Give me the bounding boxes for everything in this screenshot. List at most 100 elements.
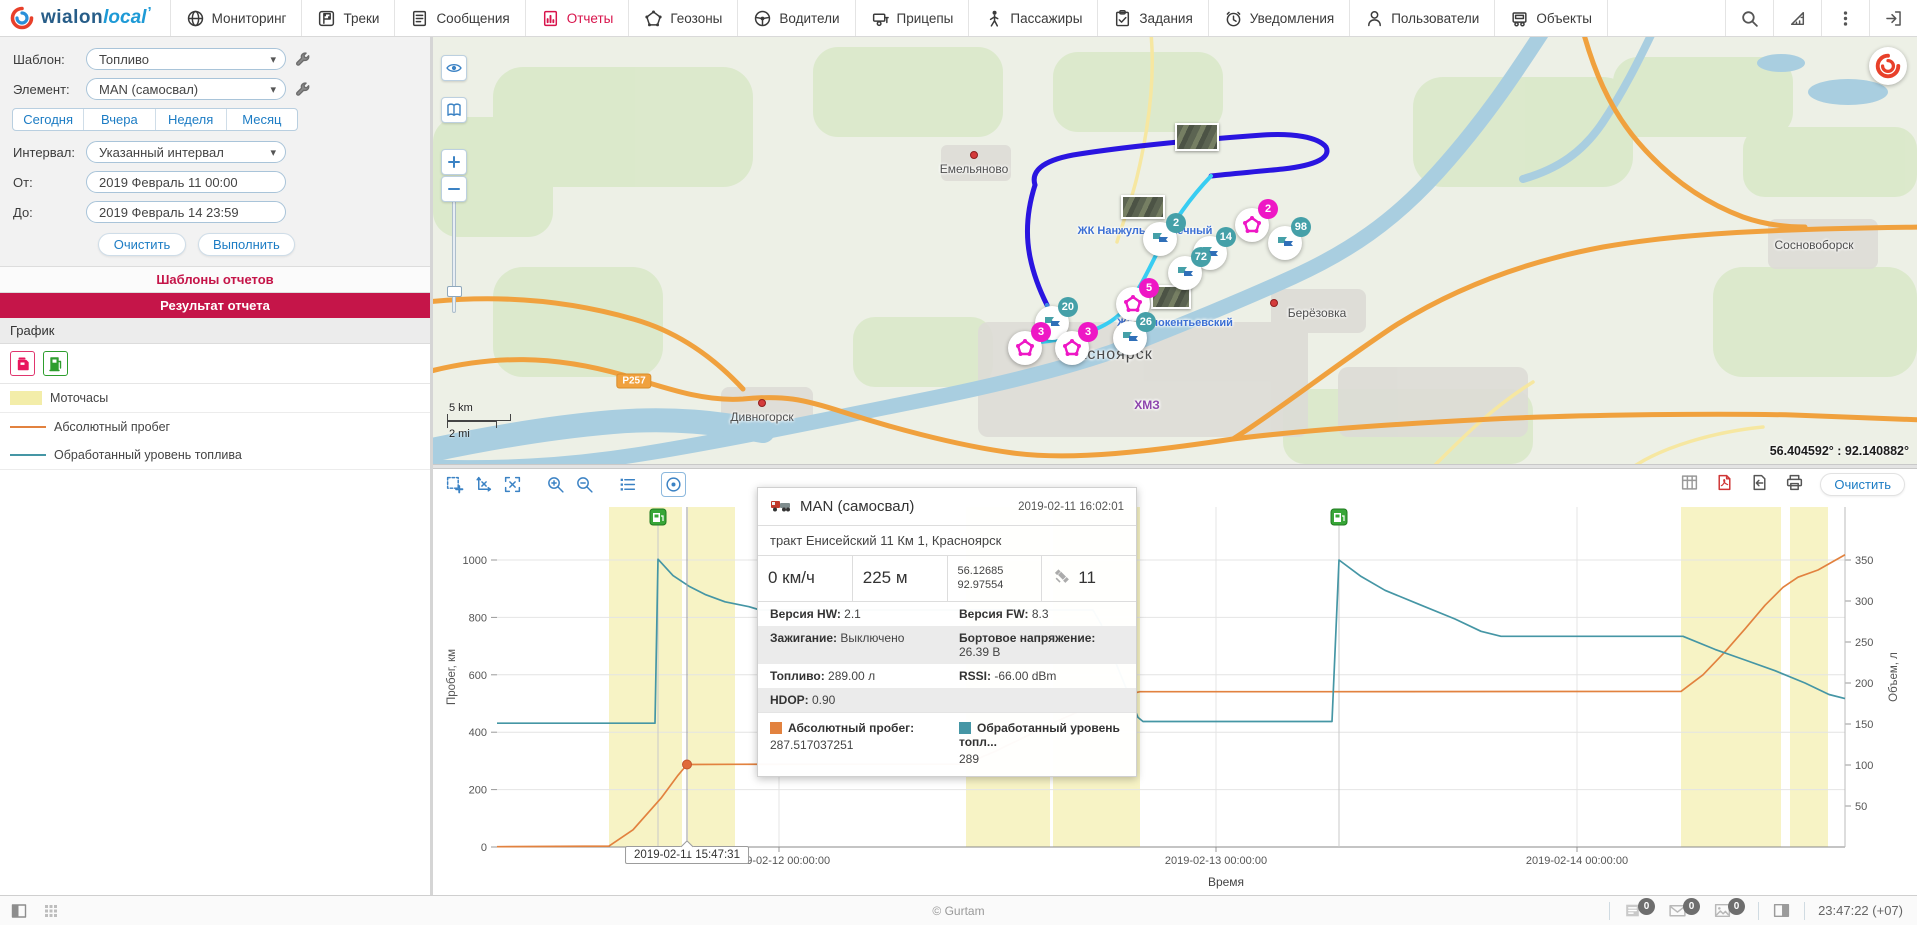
selected-point-marker[interactable] <box>683 760 692 769</box>
zoom-slider-handle[interactable] <box>447 286 462 297</box>
chart-section-label[interactable]: График <box>0 318 430 344</box>
cluster-count-badge: 2 <box>1258 199 1278 219</box>
nav-item-5[interactable]: Геозоны <box>629 0 738 36</box>
app-logo[interactable]: wialonlocal’ <box>0 0 171 36</box>
unit-cluster-marker[interactable]: 98 <box>1268 226 1302 260</box>
legend-button[interactable] <box>618 475 637 494</box>
ruler-button[interactable] <box>1773 0 1821 36</box>
map[interactable]: ЕмельяновоСосновоборскБерёзовкаДивногорс… <box>433 37 1917 464</box>
nav-item-2[interactable]: Треки <box>302 0 395 36</box>
nav-item-9[interactable]: Задания <box>1098 0 1208 36</box>
mail-counter[interactable]: 0 <box>1668 901 1700 920</box>
tracepoint-button[interactable] <box>661 472 686 497</box>
nav-item-10[interactable]: Уведомления <box>1209 0 1350 36</box>
chart-clear-button[interactable]: Очистить <box>1820 473 1905 496</box>
zoom-area-button[interactable] <box>445 475 464 494</box>
zoom-out-button[interactable] <box>575 475 594 494</box>
search-button[interactable] <box>1725 0 1773 36</box>
reports-sidebar: Шаблон: Топливо ▾ Элемент: MAN (самосвал… <box>0 37 433 895</box>
nav-item-label: Отчеты <box>567 11 614 26</box>
gurtam-logo-button[interactable] <box>1869 47 1907 85</box>
unit-settings-wrench-icon[interactable] <box>294 81 311 98</box>
y-left-tick: 0 <box>481 842 487 854</box>
nav-item-8[interactable]: Пассажиры <box>969 0 1098 36</box>
panel-toggle-button[interactable] <box>1772 901 1791 920</box>
template-label: Шаблон: <box>0 52 86 67</box>
zoom-plus-button[interactable] <box>441 149 467 175</box>
media-counter[interactable]: 0 <box>1713 901 1745 920</box>
photo-marker[interactable] <box>1121 195 1165 219</box>
interval-select[interactable]: Указанный интервал ▾ <box>86 141 286 163</box>
wialon-swirl-icon <box>10 6 34 30</box>
pdf-button[interactable] <box>1715 473 1734 495</box>
chart-svg[interactable]: 0200400600800100050100150200250300350201… <box>433 469 1917 895</box>
layers-button[interactable] <box>441 97 467 123</box>
from-date-input[interactable]: 2019 Февраль 11 00:00 <box>86 171 286 193</box>
quick-range-2[interactable]: Вчера <box>84 109 155 130</box>
kebab-button[interactable] <box>1821 0 1869 36</box>
tooltip-speed: 0 км/ч <box>758 556 853 601</box>
unit-cluster-marker[interactable]: 2 <box>1143 222 1177 256</box>
report-queue-counter[interactable]: 0 <box>1623 901 1655 920</box>
layout-button[interactable] <box>10 902 28 920</box>
tooltip-param: Топливо: 289.00 л <box>758 664 947 688</box>
unit-cluster-marker[interactable]: 72 <box>1168 256 1202 290</box>
quick-range-1[interactable]: Сегодня <box>13 109 84 130</box>
photo-marker[interactable] <box>1175 123 1219 151</box>
nav-item-4[interactable]: Отчеты <box>526 0 630 36</box>
nav-item-6[interactable]: Водители <box>738 0 855 36</box>
report-result-header[interactable]: Результат отчета <box>0 293 430 318</box>
grid-button[interactable] <box>42 902 60 920</box>
template-select[interactable]: Топливо ▾ <box>86 48 286 70</box>
counter-badge: 0 <box>1728 898 1745 915</box>
y-right-tick: 350 <box>1855 555 1873 567</box>
nav-item-7[interactable]: Прицепы <box>856 0 970 36</box>
chart-toolbar: Очистить <box>433 469 1917 499</box>
zoom-plus-icon <box>445 153 463 171</box>
unit-truck-icon <box>770 497 792 516</box>
zoom-minus-button[interactable] <box>441 176 467 202</box>
nav-item-12[interactable]: Объекты <box>1495 0 1608 36</box>
map-scale-km-label: 5 km <box>447 402 511 414</box>
zoom-x-icon <box>474 475 493 494</box>
zoom-x-button[interactable] <box>474 475 493 494</box>
logo-accent: ’ <box>147 4 151 21</box>
unit-select[interactable]: MAN (самосвал) ▾ <box>86 78 286 100</box>
nav-item-3[interactable]: Сообщения <box>395 0 525 36</box>
report-templates-header[interactable]: Шаблоны отчетов <box>0 266 430 293</box>
kebab-icon <box>1836 9 1855 28</box>
grid-icon <box>42 902 60 920</box>
fuel-pump-button[interactable] <box>43 351 68 376</box>
geofence-cluster-marker[interactable]: 2 <box>1235 208 1269 242</box>
quick-range-4[interactable]: Месяц <box>227 109 297 130</box>
nav-item-label: Уведомления <box>1250 11 1334 26</box>
zoom-in-button[interactable] <box>546 475 565 494</box>
logout-button[interactable] <box>1869 0 1917 36</box>
satellites-icon <box>1052 566 1072 591</box>
y-right-tick: 150 <box>1855 719 1873 731</box>
unit-cluster-marker[interactable]: 26 <box>1113 321 1147 355</box>
print-button[interactable] <box>1785 473 1804 495</box>
ruler-icon <box>1788 9 1807 28</box>
to-date-input[interactable]: 2019 Февраль 14 23:59 <box>86 201 286 223</box>
fuel-canister-button[interactable] <box>10 351 35 376</box>
chart-tool-icons <box>0 344 430 384</box>
export-button[interactable] <box>1750 473 1769 495</box>
geofence-cluster-marker[interactable]: 3 <box>1008 331 1042 365</box>
clear-button[interactable]: Очистить <box>98 233 186 256</box>
geofence-cluster-marker[interactable]: 3 <box>1055 331 1089 365</box>
sensor-value: 289 <box>959 752 1124 766</box>
map-chart-divider[interactable] <box>433 464 1917 469</box>
zoom-reset-button[interactable] <box>503 475 522 494</box>
cluster-count-badge: 3 <box>1031 322 1051 342</box>
quick-range-3[interactable]: Неделя <box>156 109 227 130</box>
nav-item-1[interactable]: Мониторинг <box>171 0 303 36</box>
execute-button[interactable]: Выполнить <box>198 233 295 256</box>
table-button[interactable] <box>1680 473 1699 495</box>
nav-item-11[interactable]: Пользователи <box>1350 0 1495 36</box>
eye-button[interactable] <box>441 55 467 81</box>
zoom-slider[interactable] <box>452 191 456 313</box>
template-settings-wrench-icon[interactable] <box>294 51 311 68</box>
x-tick-label: 2019-02-14 00:00:00 <box>1526 855 1628 867</box>
report-form: Шаблон: Топливо ▾ Элемент: MAN (самосвал… <box>0 37 430 266</box>
